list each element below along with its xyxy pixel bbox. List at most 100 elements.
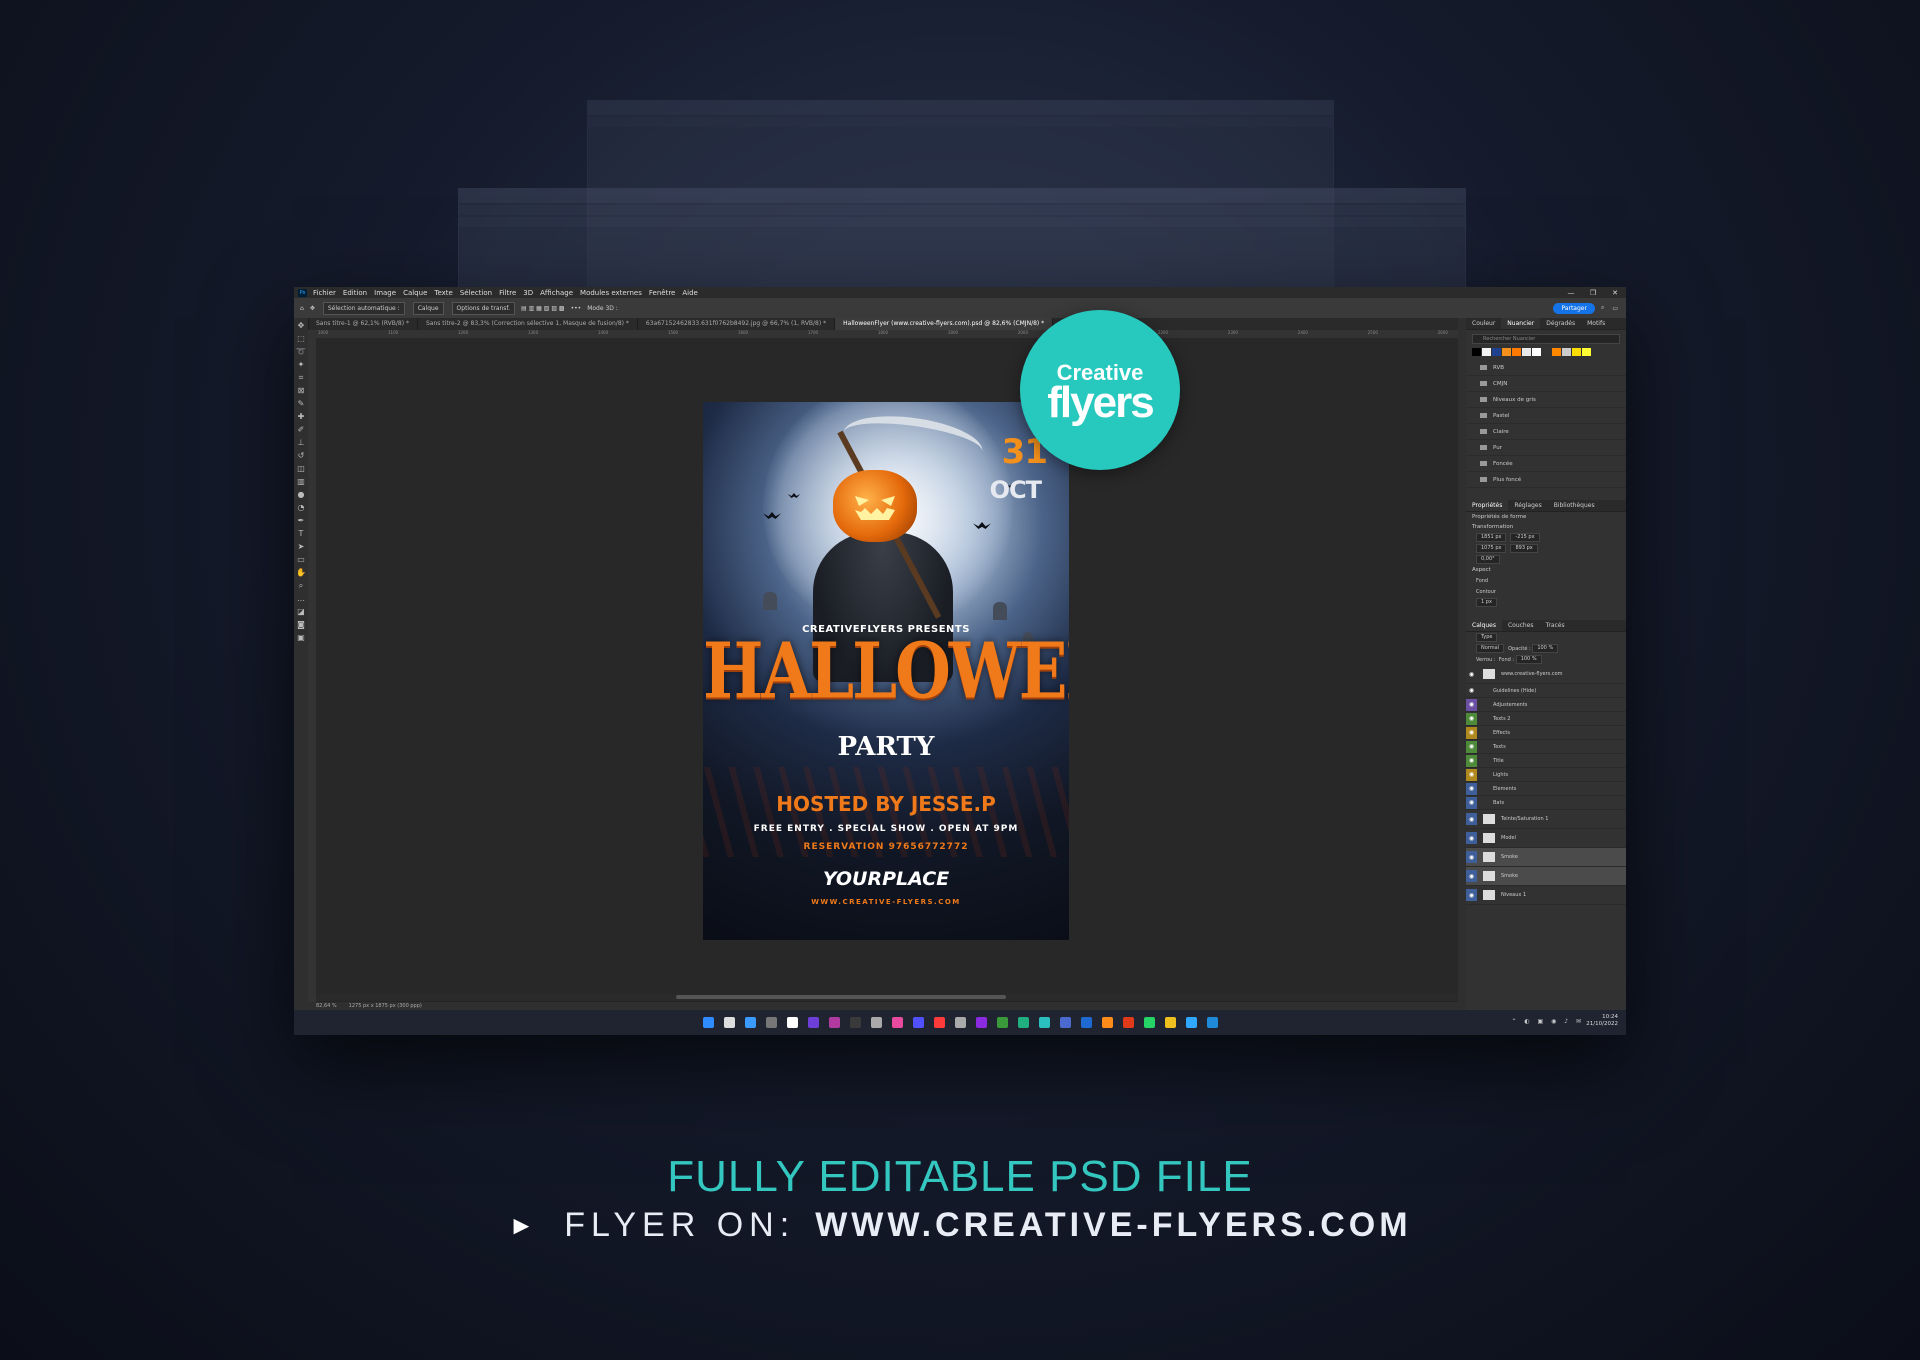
auto-select-checkbox[interactable]: Sélection automatique : — [322, 301, 405, 315]
taskbar-app-icon[interactable] — [870, 1017, 882, 1028]
swatch-folder[interactable]: Claire — [1466, 424, 1626, 440]
layer-row[interactable]: ◉ Smoke — [1466, 867, 1626, 886]
scrollbar-thumb[interactable] — [676, 995, 1006, 999]
color-swatch[interactable] — [1522, 348, 1531, 356]
layer-row[interactable]: ◉ www.creative-flyers.com — [1466, 665, 1626, 684]
visibility-eye-icon[interactable]: ◉ — [1466, 870, 1477, 882]
menu-item[interactable]: Edition — [343, 289, 367, 297]
move-tool-icon[interactable]: ✥ — [310, 305, 315, 312]
path-select-icon[interactable]: ➤ — [296, 542, 306, 552]
taskbar-app-icon[interactable] — [1080, 1017, 1092, 1028]
lasso-tool-icon[interactable]: ➰ — [296, 347, 306, 357]
quick-mask-icon[interactable]: ◙ — [296, 620, 306, 630]
swatch-folder[interactable]: RVB — [1466, 360, 1626, 376]
width-field[interactable]: 1851 px — [1476, 533, 1507, 542]
panel-tab[interactable]: Couches — [1502, 620, 1540, 631]
eraser-icon[interactable]: ◫ — [296, 464, 306, 474]
minimize-button[interactable]: — — [1560, 289, 1582, 297]
color-swatch[interactable] — [1542, 348, 1551, 356]
transform-options-checkbox[interactable]: Options de transf. — [451, 301, 516, 315]
workspace-icon[interactable]: ▭ — [1612, 305, 1618, 312]
panel-tab[interactable]: Calques — [1466, 620, 1502, 631]
menu-item[interactable]: Aide — [682, 289, 697, 297]
more-options-icon[interactable]: ••• — [571, 305, 582, 312]
layer-row[interactable]: ◉ Smoke — [1466, 848, 1626, 867]
history-brush-icon[interactable]: ↺ — [296, 451, 306, 461]
panel-tab[interactable]: Motifs — [1581, 318, 1611, 329]
color-swatch[interactable] — [1552, 348, 1561, 356]
screen-mode-icon[interactable]: ▣ — [296, 633, 306, 643]
layer-filter-dropdown[interactable]: Type — [1476, 633, 1498, 642]
stamp-tool-icon[interactable]: ⊥ — [296, 438, 306, 448]
zoom-tool-icon[interactable]: ⌕ — [296, 581, 306, 591]
taskbar-app-icon[interactable] — [1143, 1017, 1155, 1028]
taskbar-app-icon[interactable] — [996, 1017, 1008, 1028]
y-field[interactable]: 893 px — [1510, 544, 1538, 553]
swatch-folder[interactable]: Pastel — [1466, 408, 1626, 424]
color-swatch[interactable] — [1572, 348, 1581, 356]
taskbar-app-icon[interactable] — [807, 1017, 819, 1028]
menu-item[interactable]: Fichier — [313, 289, 336, 297]
swatch-folder[interactable]: Foncée — [1466, 456, 1626, 472]
taskbar-app-icon[interactable] — [765, 1017, 777, 1028]
taskbar-app-icon[interactable] — [891, 1017, 903, 1028]
healing-brush-icon[interactable]: ✚ — [296, 412, 306, 422]
layer-row[interactable]: ◉ Elements — [1466, 782, 1626, 796]
taskbar-app-icon[interactable] — [744, 1017, 756, 1028]
visibility-eye-icon[interactable]: ◉ — [1466, 889, 1477, 901]
magic-wand-icon[interactable]: ✦ — [296, 360, 306, 370]
color-swatch[interactable] — [1492, 348, 1501, 356]
menu-item[interactable]: Filtre — [499, 289, 516, 297]
layer-row[interactable]: ◉ Bats — [1466, 796, 1626, 810]
layer-row[interactable]: ◉ Lights — [1466, 768, 1626, 782]
color-swatch[interactable] — [1582, 348, 1591, 356]
visibility-eye-icon[interactable]: ◉ — [1466, 684, 1477, 697]
pen-tool-icon[interactable]: ✒ — [296, 516, 306, 526]
swatch-folder[interactable]: CMJN — [1466, 376, 1626, 392]
menu-item[interactable]: Fenêtre — [649, 289, 675, 297]
panel-tab[interactable]: Tracés — [1540, 620, 1571, 631]
zoom-level[interactable]: 82,64 % — [316, 1003, 337, 1009]
close-button[interactable]: ✕ — [1604, 289, 1626, 297]
taskbar-app-icon[interactable] — [828, 1017, 840, 1028]
flyer-document[interactable]: 31 OCT CREATIVEFLYERS PRESENTS HALLOWEEN… — [703, 402, 1069, 940]
crop-tool-icon[interactable]: ⌗ — [296, 373, 306, 383]
type-tool-icon[interactable]: T — [296, 529, 306, 539]
angle-field[interactable]: 0,00° — [1476, 555, 1500, 564]
taskbar-app-icon[interactable] — [1164, 1017, 1176, 1028]
gradient-tool-icon[interactable]: ▥ — [296, 477, 306, 487]
document-tab[interactable]: Sans titre-1 @ 62,1% (RVB/8) * — [308, 318, 418, 330]
color-swatch[interactable] — [1512, 348, 1521, 356]
dodge-tool-icon[interactable]: ◔ — [296, 503, 306, 513]
system-tray-icons[interactable]: ⌃ ◐ ▣ ◉ ♪ ✉ — [1511, 1018, 1584, 1025]
menu-item[interactable]: 3D — [523, 289, 533, 297]
swatch-folder[interactable]: Plus foncé — [1466, 472, 1626, 488]
menu-item[interactable]: Sélection — [460, 289, 492, 297]
home-icon[interactable]: ⌂ — [300, 305, 304, 312]
layer-row[interactable]: ◉ Title — [1466, 754, 1626, 768]
layer-row[interactable]: ◉ Adjustements — [1466, 698, 1626, 712]
menu-item[interactable]: Affichage — [540, 289, 573, 297]
height-field[interactable]: 1075 px — [1476, 544, 1507, 553]
shape-tool-icon[interactable]: ▭ — [296, 555, 306, 565]
taskbar-app-icon[interactable] — [975, 1017, 987, 1028]
layer-row[interactable]: ◉ Texts 2 — [1466, 712, 1626, 726]
panel-tab[interactable]: Propriétés — [1466, 500, 1509, 511]
system-clock[interactable]: 10:24 21/10/2022 — [1586, 1014, 1618, 1028]
visibility-eye-icon[interactable]: ◉ — [1466, 668, 1477, 680]
horizontal-scrollbar[interactable] — [316, 994, 1458, 1001]
taskbar-app-icon[interactable] — [1206, 1017, 1218, 1028]
layer-row[interactable]: ◉ Model — [1466, 829, 1626, 848]
search-icon[interactable]: ⌕ — [1601, 304, 1604, 312]
layer-fill-field[interactable]: 100 % — [1515, 655, 1542, 664]
taskbar-app-icon[interactable] — [1017, 1017, 1029, 1028]
taskbar-app-icon[interactable] — [723, 1017, 735, 1028]
caption-url[interactable]: WWW.CREATIVE-FLYERS.COM — [815, 1206, 1411, 1245]
visibility-eye-icon[interactable]: ◉ — [1466, 698, 1477, 711]
taskbar-app-icon[interactable] — [1185, 1017, 1197, 1028]
layer-row[interactable]: ◉ Texts — [1466, 740, 1626, 754]
visibility-eye-icon[interactable]: ◉ — [1466, 796, 1477, 809]
taskbar-app-icon[interactable] — [702, 1017, 714, 1028]
panel-tab[interactable]: Nuancier — [1501, 318, 1541, 329]
layer-dropdown[interactable]: Calque — [412, 301, 444, 315]
